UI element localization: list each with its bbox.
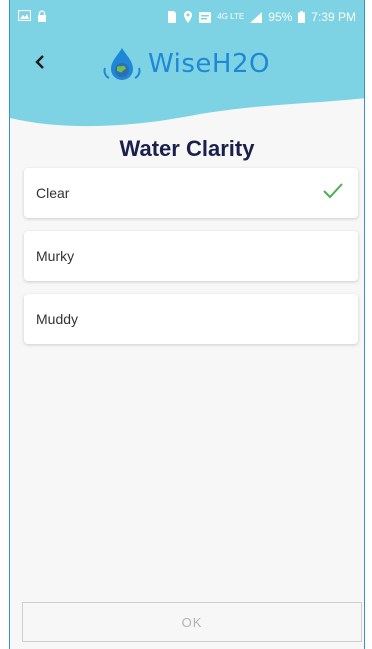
image-icon (17, 9, 32, 24)
notification-icon (199, 11, 212, 23)
lock-icon (37, 9, 47, 25)
app-header: WiseH2O (10, 34, 364, 134)
option-label: Clear (36, 185, 70, 201)
network-label: 4G LTE (217, 12, 245, 21)
battery-percent: 95% (268, 10, 293, 24)
option-list: Clear Murky Muddy (24, 168, 358, 357)
option-muddy[interactable]: Muddy (24, 294, 358, 344)
status-bar: 4G LTE 95% 7:39 PM (10, 0, 364, 34)
checkmark-icon (323, 183, 343, 199)
chevron-left-icon (35, 55, 44, 69)
clock-time: 7:39 PM (311, 10, 356, 24)
option-murky[interactable]: Murky (24, 231, 358, 281)
status-right-icons: 4G LTE 95% 7:39 PM (167, 10, 356, 24)
battery-icon (298, 11, 306, 23)
option-label: Murky (36, 248, 75, 264)
signal-icon (250, 11, 263, 23)
app-name: WiseH2O (148, 49, 270, 79)
option-clear[interactable]: Clear (24, 168, 358, 218)
location-icon (183, 11, 193, 23)
app-frame: 4G LTE 95% 7:39 PM WiseH2O Water Clarity… (9, 0, 365, 649)
option-label: Muddy (36, 311, 79, 327)
ok-button[interactable]: OK (22, 602, 362, 642)
app-logo: WiseH2O (102, 46, 270, 82)
status-left-icons (17, 9, 47, 25)
page-title: Water Clarity (119, 136, 255, 161)
sim-icon (167, 11, 177, 23)
water-drop-globe-icon (103, 48, 141, 80)
back-button[interactable] (26, 48, 54, 76)
